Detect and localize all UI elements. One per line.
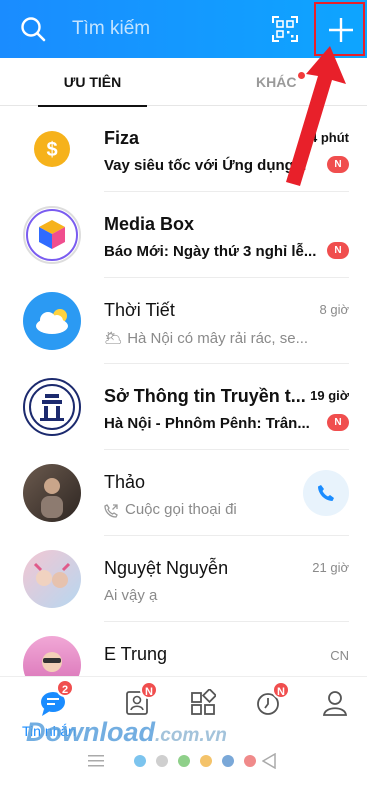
conversation-name: Nguyệt Nguyễn: [104, 558, 229, 578]
user-photo-icon: [41, 478, 63, 518]
conversation-preview: Báo Mới: Ngày thứ 3 nghỉ lễ...: [104, 243, 317, 260]
list-item[interactable]: Nguyệt Nguyễn Ai vậy ạ 21 giờ: [0, 536, 367, 622]
conversation-name: Thảo: [104, 472, 146, 492]
conversation-time: 8 giờ: [319, 302, 350, 317]
conversation-preview: Cuộc gọi thoại đi: [125, 501, 237, 518]
tab-priority[interactable]: ƯU TIÊN: [38, 58, 147, 107]
annotation-arrow: [286, 46, 346, 186]
svg-text:$: $: [46, 139, 57, 161]
list-item[interactable]: Sở Thông tin Truyền t... Hà Nội - Phnôm …: [0, 364, 367, 450]
user-photo-icon: [33, 562, 71, 588]
watermark-main: Download: [26, 717, 155, 747]
grid-icon: [191, 687, 218, 715]
back-icon[interactable]: [262, 753, 276, 769]
government-seal-icon: [29, 384, 75, 430]
messages-badge: 2: [56, 679, 74, 697]
avatar: [23, 292, 81, 350]
nav-profile[interactable]: [322, 689, 362, 719]
cloud-icon: [36, 309, 68, 334]
phone-icon: [318, 485, 334, 501]
qr-scan-icon[interactable]: [272, 16, 298, 42]
nav-contacts[interactable]: N: [124, 681, 164, 719]
watermark: Download.com.vn: [26, 717, 227, 748]
list-item[interactable]: Media Box Báo Mới: Ngày thứ 3 nghỉ lễ...…: [0, 192, 367, 278]
avatar: [23, 550, 81, 608]
dollar-coin-icon: $: [34, 131, 70, 167]
watermark-domain: .com.vn: [155, 725, 227, 746]
list-item[interactable]: Thời Tiết 🌥 Hà Nội có mây rải rác, se...…: [0, 278, 367, 364]
media-box-logo-icon: [26, 209, 78, 261]
menu-icon[interactable]: [88, 755, 104, 767]
user-icon: [322, 691, 348, 716]
conversation-time: CN: [330, 648, 349, 663]
conversation-name: E Trung: [104, 644, 168, 664]
contacts-badge: N: [140, 681, 158, 699]
conversation-name: Thời Tiết: [104, 300, 175, 320]
avatar: [23, 464, 81, 522]
timeline-badge: N: [272, 681, 290, 699]
list-item[interactable]: Thảo Cuộc gọi thoại đi: [0, 450, 367, 536]
nav-timeline[interactable]: N: [256, 681, 296, 719]
avatar: [23, 378, 81, 436]
conversation-time: 19 giờ: [310, 388, 349, 403]
conversation-name: Fiza: [104, 128, 140, 148]
search-icon[interactable]: [20, 16, 46, 42]
search-input[interactable]: Tìm kiếm: [72, 18, 150, 40]
system-nav-bar: [0, 749, 367, 775]
avatar: [23, 206, 81, 264]
nav-discover[interactable]: [190, 687, 230, 719]
conversation-time: 21 giờ: [312, 560, 349, 575]
call-button[interactable]: [303, 470, 349, 516]
new-badge: N: [327, 242, 349, 259]
bottom-nav: 2 Tin nhắn N N Download.com.vn: [0, 676, 367, 785]
nav-messages[interactable]: 2: [38, 679, 78, 719]
new-badge: N: [327, 414, 349, 431]
tab-priority-label: ƯU TIÊN: [63, 74, 122, 90]
conversation-name: Media Box: [104, 214, 195, 234]
conversation-preview: Ai vậy ạ: [104, 587, 158, 604]
avatar: $: [23, 120, 81, 178]
conversation-preview: Hà Nội - Phnôm Pênh: Trân...: [104, 415, 310, 432]
conversation-preview: 🌥 Hà Nội có mây rải rác, se...: [104, 330, 309, 347]
conversation-name: Sở Thông tin Truyền t...: [104, 386, 306, 406]
outgoing-call-icon: [104, 504, 118, 518]
